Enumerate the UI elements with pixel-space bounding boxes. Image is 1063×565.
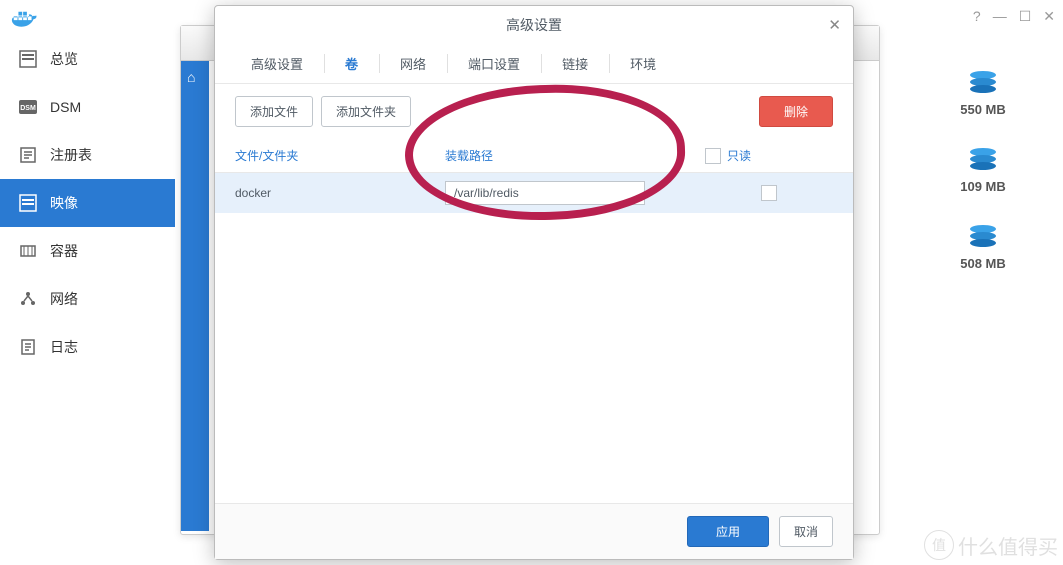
- sidebar-item-overview[interactable]: 总览: [0, 35, 175, 83]
- row-path-cell: [445, 181, 705, 205]
- overview-icon: [18, 49, 38, 69]
- help-icon[interactable]: ?: [973, 8, 981, 25]
- add-file-button[interactable]: 添加文件: [235, 96, 313, 127]
- header-file-folder: 文件/文件夹: [235, 147, 445, 164]
- volume-table-row[interactable]: docker: [215, 173, 853, 213]
- mount-path-input[interactable]: [445, 181, 645, 205]
- sidebar-item-dsm[interactable]: DSM DSM: [0, 83, 175, 131]
- window-controls: ? — ☐ ✕: [973, 8, 1055, 25]
- modal-toolbar: 添加文件 添加文件夹 删除: [215, 84, 853, 139]
- sidebar-item-label: 注册表: [50, 145, 92, 165]
- close-icon[interactable]: ✕: [828, 16, 841, 34]
- disk-item: 508 MB: [933, 224, 1033, 271]
- backdrop-sidebar: ⌂: [181, 61, 209, 531]
- tab-advanced[interactable]: 高级设置: [235, 44, 320, 83]
- sidebar-item-registry[interactable]: 注册表: [0, 131, 175, 179]
- delete-button[interactable]: 删除: [759, 96, 833, 127]
- tab-volume[interactable]: 卷: [329, 44, 375, 83]
- disk-size-label: 550 MB: [933, 102, 1033, 117]
- close-window-icon[interactable]: ✕: [1043, 8, 1055, 25]
- main-sidebar: 总览 DSM DSM 注册表 映像 容器 网络 日志: [0, 35, 175, 555]
- maximize-icon[interactable]: ☐: [1019, 8, 1032, 25]
- watermark-icon: 值: [924, 530, 954, 560]
- tab-port[interactable]: 端口设置: [452, 44, 537, 83]
- container-icon: [18, 241, 38, 261]
- sidebar-item-label: 网络: [50, 289, 78, 309]
- disk-stack-icon: [968, 147, 998, 171]
- tab-link[interactable]: 链接: [546, 44, 605, 83]
- modal-header: 高级设置 ✕: [215, 6, 853, 44]
- watermark-text: 什么值得买: [958, 531, 1058, 560]
- modal-tabs: 高级设置 卷 网络 端口设置 链接 环境: [215, 44, 853, 84]
- dsm-icon: DSM: [18, 97, 38, 117]
- svg-text:DSM: DSM: [20, 105, 36, 112]
- image-icon: [18, 193, 38, 213]
- tab-network[interactable]: 网络: [384, 44, 443, 83]
- backdrop-home-icon: ⌂: [181, 61, 209, 93]
- header-mount-path: 装载路径: [445, 147, 705, 164]
- network-icon: [18, 289, 38, 309]
- watermark: 值 什么值得买: [924, 530, 1058, 560]
- modal-footer: 应用 取消: [215, 503, 853, 559]
- volume-table-header: 文件/文件夹 装载路径 只读: [215, 139, 853, 173]
- disk-size-label: 109 MB: [933, 179, 1033, 194]
- sidebar-item-label: 映像: [50, 193, 78, 213]
- sidebar-item-label: 日志: [50, 337, 78, 357]
- add-folder-button[interactable]: 添加文件夹: [321, 96, 411, 127]
- row-readonly-cell: [705, 185, 833, 201]
- sidebar-item-label: 容器: [50, 241, 78, 261]
- disk-size-label: 508 MB: [933, 256, 1033, 271]
- tab-env[interactable]: 环境: [614, 44, 673, 83]
- log-icon: [18, 337, 38, 357]
- readonly-row-checkbox[interactable]: [761, 185, 777, 201]
- readonly-header-checkbox[interactable]: [705, 148, 721, 164]
- disk-stack-icon: [968, 224, 998, 248]
- minimize-icon[interactable]: —: [993, 8, 1007, 25]
- header-readonly: 只读: [705, 147, 833, 164]
- registry-icon: [18, 145, 38, 165]
- sidebar-item-label: DSM: [50, 99, 81, 115]
- right-disk-panel: 550 MB 109 MB 508 MB: [933, 70, 1033, 301]
- cancel-button[interactable]: 取消: [779, 516, 833, 547]
- apply-button[interactable]: 应用: [687, 516, 769, 547]
- row-file-value: docker: [235, 186, 445, 200]
- sidebar-item-label: 总览: [50, 49, 78, 69]
- sidebar-item-log[interactable]: 日志: [0, 323, 175, 371]
- modal-title: 高级设置: [506, 15, 562, 35]
- sidebar-item-image[interactable]: 映像: [0, 179, 175, 227]
- disk-stack-icon: [968, 70, 998, 94]
- sidebar-item-container[interactable]: 容器: [0, 227, 175, 275]
- docker-logo-icon: [10, 7, 40, 29]
- disk-item: 109 MB: [933, 147, 1033, 194]
- sidebar-item-network[interactable]: 网络: [0, 275, 175, 323]
- advanced-settings-modal: 高级设置 ✕ 高级设置 卷 网络 端口设置 链接 环境 添加文件 添加文件夹 删…: [214, 5, 854, 560]
- disk-item: 550 MB: [933, 70, 1033, 117]
